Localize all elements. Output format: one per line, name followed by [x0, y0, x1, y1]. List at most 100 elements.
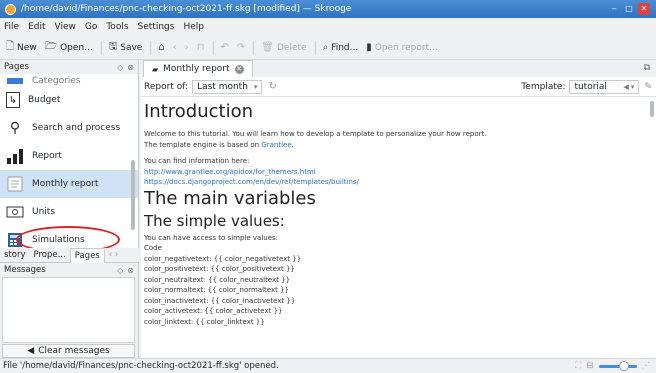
code-line: color_neutraltext: {{ color_neutraltext … [144, 275, 291, 284]
bookmark-button[interactable]: ⊓ [197, 42, 205, 53]
pages-panel: Pages ◇ ⊗ Categories ↳ Budget ⚲ Search and … [0, 60, 139, 253]
zoom-slider-handle[interactable] [618, 360, 629, 371]
toolbar-separator [100, 40, 102, 55]
float-panel-icon[interactable]: ◇ [117, 266, 123, 275]
template-label: Template: [521, 82, 566, 92]
report-period-select[interactable]: Last month ▾ [192, 79, 263, 94]
trash-icon: 🗑 [261, 42, 274, 53]
open-button[interactable]: 🗁 Open... [45, 39, 93, 56]
categories-icon [6, 76, 24, 86]
engine-text: The template engine is based on [144, 140, 262, 149]
open-file-icon: 🗁 [44, 41, 58, 52]
content-scrollbar[interactable] [650, 101, 654, 117]
page-item-search-and-process[interactable]: ⚲ Search and process [0, 114, 138, 142]
report-period-value: Last month [197, 81, 248, 92]
new-tab-icon[interactable]: ⧉ [644, 63, 650, 73]
undo-button[interactable]: ↶ [221, 42, 229, 53]
redo-button[interactable]: ↷ [237, 42, 245, 53]
page-item-label: Units [32, 207, 56, 217]
grantlee-link[interactable]: Grantlee [261, 141, 291, 149]
engine-paragraph: The template engine is based on Grantlee… [144, 140, 656, 151]
chevron-down-icon: ◀ ▾ [623, 83, 635, 91]
code-line: color_linktext: {{ color_linktext }} [144, 317, 265, 326]
open-report-button[interactable]: ▮ Open report... [366, 42, 438, 53]
intro-paragraph: Welcome to this tutorial. You will learn… [144, 130, 487, 138]
close-button[interactable]: ✕ [638, 3, 650, 15]
find-button[interactable]: ⌕ Find... [323, 42, 359, 53]
redo-icon: ↷ [236, 42, 246, 53]
template-edit-icon[interactable]: ✎ [644, 82, 652, 92]
page-item-budget[interactable]: ↳ Budget [0, 86, 138, 114]
new-label: New [17, 42, 37, 53]
page-item-label: Monthly report [32, 179, 99, 189]
tab-pages[interactable]: Pages [69, 247, 105, 263]
heading-introduction: Introduction [144, 101, 254, 122]
document-tabbar: ▰ Monthly report ✕ ⧉ [141, 60, 656, 77]
search-icon: ⌕ [322, 42, 329, 53]
tab-properties[interactable]: Prope... [30, 248, 70, 263]
refresh-icon[interactable]: ↻ [268, 81, 276, 92]
resize-grip-icon[interactable]: ⋰ [642, 361, 651, 371]
menu-file[interactable]: File [4, 22, 19, 32]
page-item-categories[interactable]: Categories [0, 74, 138, 86]
engine-suffix: . [291, 140, 294, 149]
page-item-units[interactable]: Units [0, 198, 138, 226]
maximize-button[interactable]: □ [623, 3, 635, 15]
units-icon [6, 203, 24, 221]
report-of-label: Report of: [144, 81, 189, 92]
close-tab-icon[interactable]: ✕ [234, 64, 244, 74]
pages-scrollbar[interactable] [131, 160, 135, 230]
clear-messages-button[interactable]: ◀ Clear messages [2, 344, 135, 358]
close-panel-icon[interactable]: ⊗ [127, 63, 134, 72]
save-button[interactable]: 🖫 Save [109, 39, 143, 56]
code-line: color_positivetext: {{ color_positivetex… [144, 265, 295, 273]
menu-edit[interactable]: Edit [28, 22, 45, 32]
skrooge-app-icon [5, 3, 16, 15]
template-select[interactable]: tutorial ◀ ▾ [569, 80, 640, 94]
main-toolbar: 🗋 New 🗁 Open... 🖫 Save ⌂ ‹ › ⊓ ↶ ↷ 🗑 Delete … [0, 36, 656, 60]
zoom-out-icon[interactable]: ⊟ [586, 361, 593, 371]
budget-icon: ↳ [6, 92, 20, 108]
open-report-label: Open report... [374, 42, 438, 53]
tab-scroll-arrows-icon[interactable]: ‹ › [105, 248, 123, 263]
delete-button[interactable]: 🗑 Delete [261, 42, 306, 53]
django-docs-link[interactable]: https://docs.djangoproject.com/en/dev/re… [144, 177, 656, 188]
page-item-label: Budget [28, 95, 61, 105]
undo-icon: ↶ [220, 42, 229, 53]
find-label: Find... [331, 42, 359, 53]
new-button[interactable]: 🗋 New [6, 39, 37, 56]
zoom-slider[interactable] [598, 360, 637, 371]
status-bar: File '/home/david/Finances/pnc-checking-… [0, 358, 656, 373]
bar-chart-icon: ▮ [366, 42, 372, 53]
messages-header: Messages [4, 265, 46, 275]
zoom-fit-icon[interactable]: ⛶ [575, 361, 581, 371]
report-options-bar: Report of: Last month ▾ ↻ Template: tutor… [141, 77, 656, 97]
menu-go[interactable]: Go [85, 22, 97, 32]
tab-history[interactable]: story [0, 248, 30, 263]
minimize-button[interactable]: ‒ [608, 3, 620, 15]
report-content[interactable]: Introduction Welcome to this tutorial. Y… [141, 97, 656, 358]
forward-button[interactable]: › [185, 42, 189, 53]
code-line: color_normaltext: {{ color_normaltext }} [144, 286, 290, 294]
menu-view[interactable]: View [55, 22, 76, 32]
page-item-report[interactable]: Report [0, 142, 138, 170]
monthly-report-icon [6, 175, 24, 193]
title-bar: /home/david/Finances/pnc-checking-oct202… [0, 0, 656, 18]
page-item-monthly-report[interactable]: Monthly report [0, 170, 138, 198]
home-button[interactable]: ⌂ [158, 42, 164, 53]
tab-monthly-report[interactable]: ▰ Monthly report ✕ [143, 60, 253, 77]
clear-messages-label: Clear messages [38, 346, 110, 356]
float-panel-icon[interactable]: ◇ [117, 63, 123, 72]
save-label: Save [120, 42, 143, 53]
dock-tabbar: story Prope... Pages ‹ › [0, 247, 139, 263]
toolbar-separator [150, 40, 152, 55]
close-panel-icon[interactable]: ⊗ [127, 266, 134, 275]
menu-settings[interactable]: Settings [138, 22, 175, 32]
back-button[interactable]: ‹ [173, 42, 177, 53]
save-icon: 🖫 [108, 41, 118, 52]
grantlee-docs-link[interactable]: http://www.grantlee.org/apidox/for_theme… [144, 167, 656, 178]
menu-tools[interactable]: Tools [106, 22, 128, 32]
menu-help[interactable]: Help [183, 22, 204, 32]
bookmark-icon: ⊓ [196, 42, 205, 53]
window-title: /home/david/Finances/pnc-checking-oct202… [21, 4, 352, 14]
